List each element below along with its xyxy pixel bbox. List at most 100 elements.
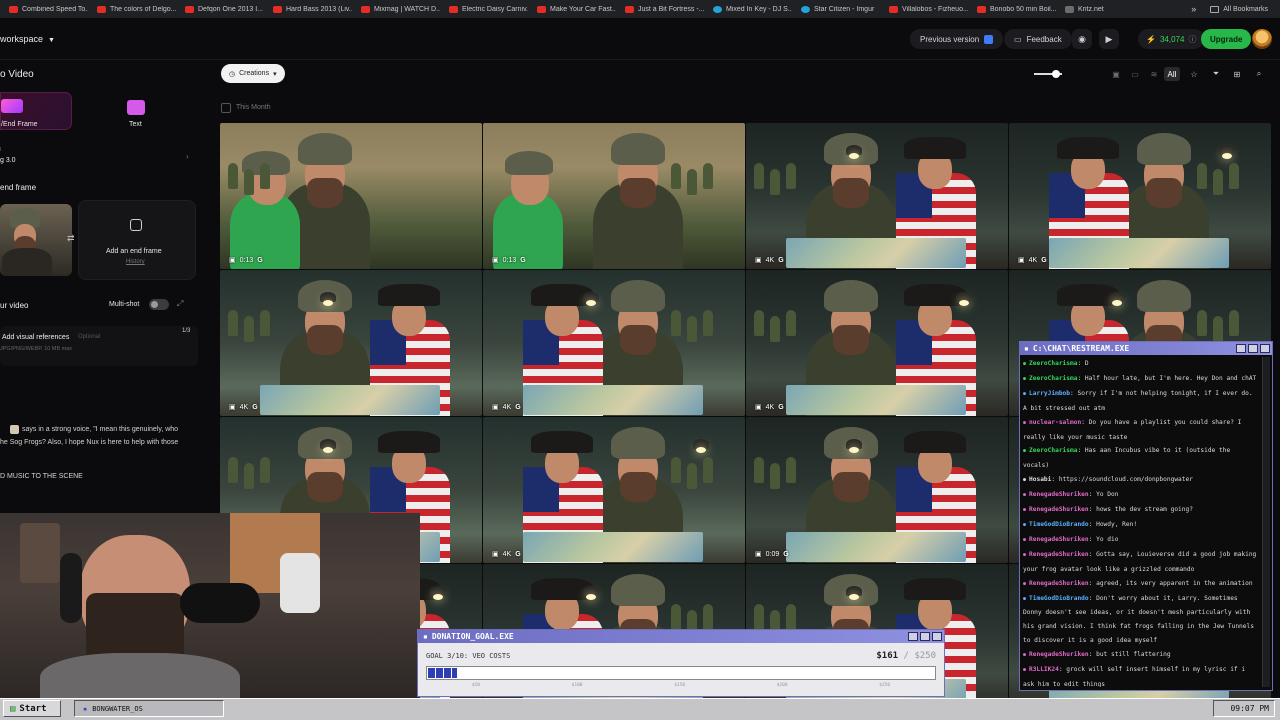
zoom-slider-handle[interactable] [1052,70,1060,78]
gallery-tile[interactable]: ▣ 4K G [220,270,482,416]
chat-scrollbar[interactable] [1262,357,1270,687]
chat-username[interactable]: TimeGodDioBrando [1029,521,1089,528]
bookmark-11[interactable]: Bonobo 50 min Boil... [968,5,1056,13]
text-mode-icon[interactable] [127,100,145,115]
youtube-icon [537,5,546,13]
video-view-icon[interactable]: ▭ [1128,67,1142,81]
model-key: l [0,147,2,153]
chat-username[interactable]: RenegadeShuriken [1029,491,1089,498]
chat-username[interactable]: ZeeroCharisma [1029,447,1077,454]
chat-username[interactable]: TimeGodDioBrando [1029,595,1089,602]
chat-username[interactable]: nuclear-salmon [1029,419,1081,426]
chat-text: hows the dev stream going? [1096,506,1193,514]
workspace-switcher[interactable]: workspace ▼ [0,34,55,44]
gallery-tile[interactable]: ▣ 0:13 G [220,123,482,269]
google-icon: G [778,256,784,264]
gallery-tile[interactable]: ▣ 4K G [746,123,1008,269]
gallery-tile[interactable]: ▣ 0:13 G [483,123,745,269]
refs-title: Add visual references [2,334,70,341]
expand-icon[interactable]: ⤢ [177,299,183,309]
chevron-right-icon[interactable]: › [186,152,189,161]
maximize-icon[interactable] [1248,344,1258,353]
bookmark-9[interactable]: Star Citizen - Imgur [792,5,880,13]
tab-text[interactable]: Text [129,121,142,128]
end-frame-dropzone[interactable] [78,200,196,280]
chat-username[interactable]: ZeeroCharisma [1029,375,1077,382]
swap-icon[interactable]: ⇄ [67,233,75,244]
all-bookmarks-button[interactable]: All Bookmarks [1210,5,1280,13]
donation-tick: $250 [879,683,891,688]
image-view-icon[interactable]: ▣ [1109,67,1123,81]
bookmark-3[interactable]: Hard Bass 2013 (Liv... [264,5,352,13]
gallery-tile[interactable]: ▣ 4K G [483,417,745,563]
search-icon[interactable]: ⌕ [1252,67,1266,81]
bookmark-4[interactable]: Mixmag | WATCH D... [352,5,440,13]
chat-window[interactable]: ▪ C:\CHAT\RESTREAM.EXE ● ZeeroCharisma: D… [1019,341,1273,691]
select-month-checkbox[interactable] [221,103,231,113]
tile-badge: ▣ 4K G [492,550,521,559]
google-icon: G [515,403,521,411]
section-video: ur video [0,301,29,310]
bookmark-1[interactable]: The colors of Delgo... [88,5,176,13]
bookmark-6[interactable]: Make Your Car Fast... [528,5,616,13]
youtube-icon[interactable]: ▶ [1099,29,1119,49]
info-icon: ⓘ [1188,34,1197,44]
chat-username[interactable]: RenegadeShuriken [1029,551,1089,558]
google-icon: G [778,403,784,411]
youtube-icon [977,5,986,13]
model-selector[interactable]: g 3.0 [0,157,16,164]
creations-filter[interactable]: ◷ Creations ▾ [221,64,285,83]
bookmark-10[interactable]: Villalobos - Fizheuo... [880,5,968,13]
chat-username[interactable]: LarryJimbob [1029,390,1070,397]
bookmark-0[interactable]: Combined Speed To... [0,5,88,13]
discord-icon[interactable]: ◉ [1072,29,1092,49]
maximize-icon[interactable] [920,632,930,641]
close-icon[interactable] [1260,344,1270,353]
credits-badge[interactable]: ⚡ 34,074 ⓘ [1138,29,1205,49]
chat-username[interactable]: RenegadeShuriken [1029,536,1089,543]
multishot-toggle[interactable] [149,299,169,310]
chat-message: ● RenegadeShuriken: Gotta say, Louievers… [1023,550,1257,573]
chat-bubble-icon: ▭ [1014,34,1022,44]
view-all-tab[interactable]: All [1164,67,1180,81]
grid-icon[interactable]: ⊞ [1230,67,1244,81]
chat-titlebar[interactable]: ▪ C:\CHAT\RESTREAM.EXE [1020,342,1272,355]
bookmarks-overflow-button[interactable]: » [1177,4,1210,14]
filter-icon[interactable]: ⏷ [1209,67,1223,81]
tab-start-end-frame[interactable]: /End Frame [0,92,72,130]
previous-version-button[interactable]: Previous version [910,29,1004,49]
chat-username[interactable]: RenegadeShuriken [1029,506,1089,513]
gallery-tile[interactable]: ▣ 4K G [746,270,1008,416]
chat-username[interactable]: Hosabi [1029,476,1051,483]
taskbar-window-button[interactable]: ▪ BONGWATER_OS [74,700,224,717]
bookmark-5[interactable]: Electric Daisy Carniv... [440,5,528,13]
history-link[interactable]: History [126,259,145,265]
start-button[interactable]: ▤ Start [3,700,61,717]
start-frame-thumbnail[interactable] [0,204,72,276]
close-icon[interactable] [932,632,942,641]
avatar[interactable] [1252,29,1272,49]
feedback-button[interactable]: ▭ Feedback [1004,29,1072,49]
chat-username[interactable]: ZeeroCharisma [1029,360,1077,367]
chat-text: https://soundcloud.com/donpbongwater [1058,476,1193,484]
upgrade-button[interactable]: Upgrade [1201,29,1252,49]
chat-username[interactable]: RenegadeShuriken [1029,580,1089,587]
minimize-icon[interactable] [908,632,918,641]
prompt-text[interactable]: says in a strong voice, "I mean this gen… [0,424,195,449]
gallery-tile[interactable]: ▣ 0:09 G [746,417,1008,563]
tile-badge: ▣ 0:13 G [492,256,526,265]
donation-titlebar[interactable]: ▪ DONATION_GOAL.EXE [418,630,944,643]
bookmark-2[interactable]: Defqon One 2013 I... [176,5,264,13]
chat-username[interactable]: RenegadeShuriken [1029,651,1089,658]
minimize-icon[interactable] [1236,344,1246,353]
refs-count: 1/3 [182,328,191,334]
gallery-tile[interactable]: ▣ 4K G [1009,123,1271,269]
star-icon[interactable]: ☆ [1187,67,1201,81]
bookmark-7[interactable]: Just a Bit Fortress -... [616,5,704,13]
bookmark-8[interactable]: Mixed In Key - DJ S... [704,5,792,13]
audio-view-icon[interactable]: ≋ [1147,67,1161,81]
bookmark-12[interactable]: Kritz.net [1056,5,1144,13]
checkbox-icon [984,34,994,44]
chat-username[interactable]: R3LLIK24 [1029,666,1059,673]
gallery-tile[interactable]: ▣ 4K G [483,270,745,416]
